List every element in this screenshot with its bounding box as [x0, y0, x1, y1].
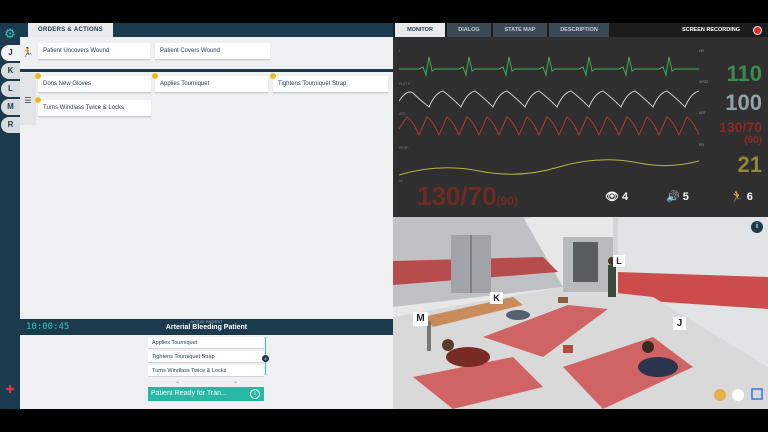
action-card-label: Applies Tourniquet	[160, 81, 210, 87]
patient-tab-k[interactable]: K	[1, 63, 20, 79]
art-value: 130/70	[719, 119, 762, 135]
checklist-icon: ☰	[24, 96, 32, 105]
sounds-count: 5	[682, 191, 689, 203]
action-card[interactable]: Dons New Gloves	[35, 73, 151, 93]
ecg-waveform	[399, 56, 699, 77]
patient-ready-label: Patient Ready for Tran...	[151, 390, 227, 397]
pending-dot-icon	[35, 73, 41, 79]
art-mean-value: (90)	[744, 135, 762, 146]
queue-item[interactable]: Tightens Tourniquet Strap	[148, 351, 264, 363]
moves-counter: 🏃 6	[730, 190, 753, 203]
waveform-canvas	[399, 56, 699, 176]
record-button[interactable]	[753, 26, 762, 35]
sounds-counter: 🔊 5	[666, 190, 689, 203]
gear-icon[interactable]: ⚙	[3, 27, 17, 41]
patient-sign-k[interactable]: K	[490, 292, 503, 304]
spo2-value: 100	[725, 90, 762, 115]
tab-state-map[interactable]: STATE MAP	[493, 23, 547, 37]
queue-count-badge: 4	[262, 355, 269, 362]
action-card[interactable]: Turns Windlass Twice & Locks	[35, 97, 151, 117]
pending-dot-icon	[152, 73, 158, 79]
nibp-readout: 130/70(90)	[417, 181, 518, 212]
pleth-waveform	[399, 90, 699, 108]
views-counter: 👁 4	[605, 190, 628, 203]
spo2-label: SPO2	[699, 80, 709, 84]
sun-icon[interactable]	[711, 389, 723, 401]
hr-value: 110	[726, 61, 763, 86]
art-label: ART	[699, 111, 706, 115]
action-card[interactable]: Applies Tourniquet	[152, 73, 268, 93]
tab-dialog[interactable]: DIALOG	[447, 23, 491, 37]
nibp-mean-value: (90)	[496, 194, 518, 208]
queue-item[interactable]: Turns Windlass Twice & Locks	[148, 365, 264, 377]
eye-icon: 👁	[605, 191, 619, 203]
rr-label: RR	[699, 143, 705, 147]
fullscreen-icon[interactable]	[752, 389, 764, 401]
patient-monitor: I PLETH ART RESP NI HR SPO2 ART RR 110 1…	[393, 37, 768, 217]
pending-dot-icon	[35, 97, 41, 103]
bleeding-logo-icon: ✚	[5, 384, 15, 396]
scene-render	[393, 217, 768, 409]
resp-waveform	[399, 159, 699, 176]
tab-orders-actions[interactable]: ORDERS & ACTIONS	[28, 23, 113, 37]
nibp-value: 130/70	[417, 181, 497, 211]
orders-panel: ORDERS & ACTIONS 🏃 Patient Uncovers Woun…	[20, 23, 393, 409]
action-card[interactable]: Tightens Tourniquet Strap	[270, 73, 388, 93]
active-patient-bar: 10:00:45 ACTIVE PATIENT Arterial Bleedin…	[20, 319, 393, 335]
screen-recording-label: SCREEN RECORDING	[681, 27, 740, 33]
right-tabbar: MONITOR DIALOG STATE MAP DESCRIPTION SCR…	[393, 23, 768, 37]
patient-sign-l[interactable]: L	[613, 255, 625, 267]
patient-tab-j[interactable]: J	[1, 45, 20, 61]
chevron-down-icon[interactable]: ⌄	[175, 378, 180, 385]
simulation-scene[interactable]: K L M J i	[393, 217, 768, 409]
action-card-label: Tightens Tourniquet Strap	[278, 81, 347, 87]
queue-item[interactable]: Applies Tourniquet	[148, 337, 264, 349]
views-count: 4	[622, 191, 629, 203]
tab-description[interactable]: DESCRIPTION	[549, 23, 609, 37]
patient-sign-j[interactable]: J	[673, 317, 686, 330]
moves-count: 6	[746, 191, 753, 203]
orders-tabbar: ORDERS & ACTIONS	[20, 23, 393, 37]
walking-icon: 🏃	[730, 191, 744, 203]
movement-actions-row: 🏃 Patient Uncovers Wound Patient Covers …	[20, 41, 393, 69]
action-card-label: Turns Windlass Twice & Locks	[43, 105, 125, 111]
info-icon[interactable]: i	[751, 221, 763, 233]
active-patient-title: Arterial Bleeding Patient	[165, 324, 248, 331]
patient-sign-m[interactable]: M	[413, 312, 428, 326]
section-divider	[20, 69, 393, 72]
action-card[interactable]: Patient Uncovers Wound	[38, 43, 150, 60]
clock-icon[interactable]	[732, 389, 744, 401]
tab-monitor[interactable]: MONITOR	[395, 23, 445, 37]
speaker-icon: 🔊	[666, 191, 680, 203]
chevron-down-icon[interactable]: ⌄	[233, 378, 238, 385]
art-waveform	[399, 116, 699, 137]
patient-tab-m[interactable]: M	[1, 99, 20, 115]
action-queue: Applies Tourniquet Tightens Tourniquet S…	[20, 335, 393, 409]
patient-sidebar: ⚙ J K L M R ✚	[0, 23, 20, 409]
action-card-label: Dons New Gloves	[43, 81, 92, 87]
info-icon[interactable]: i	[250, 389, 260, 399]
runner-icon: 🏃	[22, 47, 34, 57]
patient-tab-l[interactable]: L	[1, 81, 20, 97]
pending-dot-icon	[270, 73, 276, 79]
app-frame: ⚙ J K L M R ✚ ORDERS & ACTIONS 🏃 Patient…	[0, 23, 768, 409]
rr-value: 21	[737, 152, 762, 177]
action-card[interactable]: Patient Covers Wound	[155, 43, 270, 60]
patient-tab-r[interactable]: R	[1, 117, 20, 133]
hr-label: HR	[699, 49, 705, 53]
patient-ready-button[interactable]: Patient Ready for Tran... i	[148, 387, 264, 401]
